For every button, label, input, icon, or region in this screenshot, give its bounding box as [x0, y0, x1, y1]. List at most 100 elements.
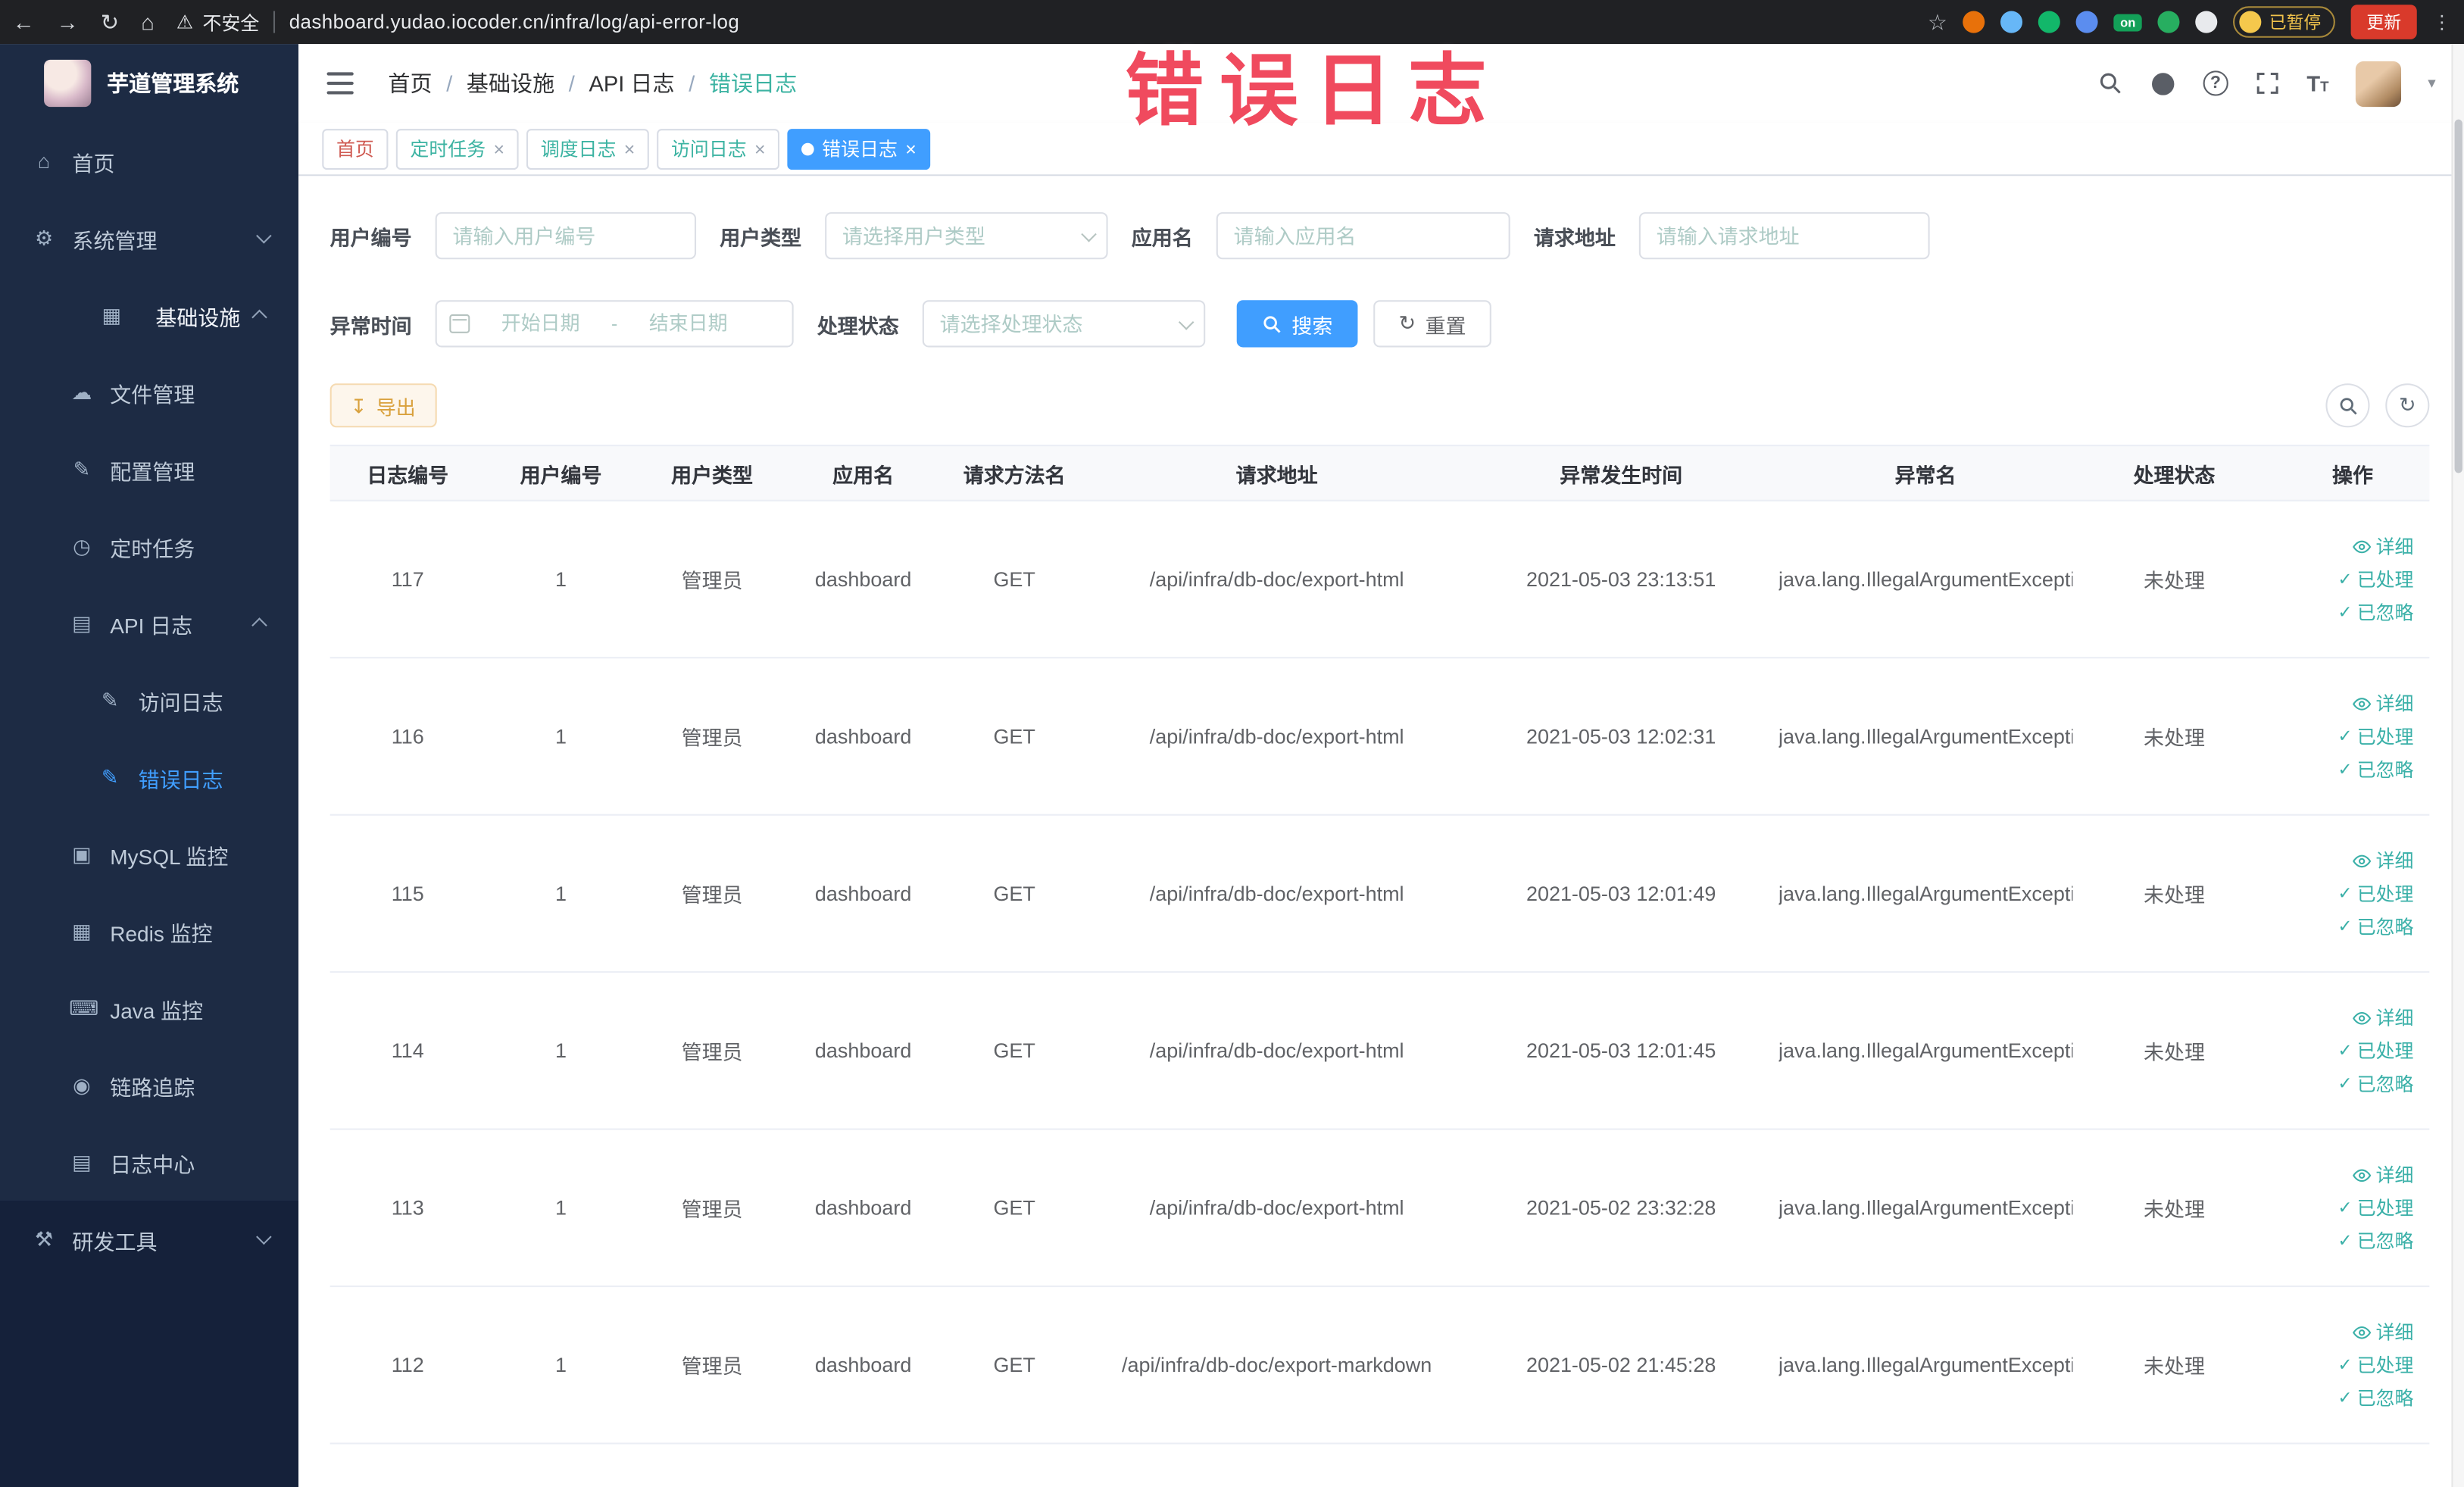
close-icon[interactable]: × — [905, 139, 917, 158]
user-type-select[interactable] — [825, 212, 1108, 260]
browser-menu-icon[interactable]: ⋮ — [2433, 11, 2452, 33]
avatar[interactable] — [2355, 60, 2401, 107]
close-icon[interactable]: × — [624, 139, 636, 158]
tab-home[interactable]: 首页 — [322, 128, 389, 170]
sidebar-item-mysql-monitor[interactable]: ▣ MySQL 监控 — [0, 816, 298, 893]
request-url-label: 请求地址 — [1533, 225, 1616, 249]
mark-processed-link[interactable]: ✓ 已处理 — [2338, 1351, 2413, 1378]
font-size-icon[interactable]: TT — [2306, 70, 2328, 95]
mark-ignored-link[interactable]: ✓ 已忽略 — [2338, 1385, 2413, 1411]
date-separator: - — [611, 312, 618, 335]
extension-icon[interactable] — [2000, 11, 2023, 33]
mark-ignored-link[interactable]: ✓ 已忽略 — [2338, 1227, 2413, 1254]
process-status-select[interactable] — [922, 300, 1206, 348]
sidebar-toggle-icon[interactable] — [326, 72, 354, 95]
app-name-input[interactable] — [1216, 212, 1510, 260]
detail-link[interactable]: 详细 — [2352, 1004, 2413, 1031]
close-icon[interactable]: × — [754, 139, 766, 158]
mark-processed-link[interactable]: ✓ 已处理 — [2338, 566, 2413, 592]
update-button[interactable]: 更新 — [2350, 5, 2417, 39]
sidebar-item-java-monitor[interactable]: ⌨ Java 监控 — [0, 970, 298, 1047]
sidebar-item-link-tracing[interactable]: ◉ 链路追踪 — [0, 1047, 298, 1124]
end-date-input[interactable] — [626, 311, 750, 336]
breadcrumb: 首页 / 基础设施 / API 日志 / 错误日志 — [388, 67, 797, 98]
site-security[interactable]: ⚠ 不安全 — [176, 8, 260, 35]
sidebar-item-file-management[interactable]: ☁ 文件管理 — [0, 354, 298, 431]
sidebar-item-api-logs[interactable]: ▤ API 日志 — [0, 585, 298, 662]
github-icon[interactable] — [2150, 70, 2176, 96]
process-status-label: 处理状态 — [817, 313, 899, 338]
tab-dispatch-logs[interactable]: 调度日志 × — [526, 128, 649, 170]
extension-icon[interactable] — [2076, 11, 2099, 33]
detail-link[interactable]: 详细 — [2352, 847, 2413, 873]
reset-button[interactable]: ↻ 重置 — [1373, 300, 1491, 348]
cell-request-method: GET — [993, 1039, 1035, 1063]
extension-icon[interactable] — [2157, 11, 2180, 33]
sidebar-item-system-management[interactable]: ⚙ 系统管理 — [0, 199, 298, 276]
back-icon[interactable]: ← — [13, 9, 35, 34]
detail-link[interactable]: 详细 — [2352, 533, 2413, 559]
detail-link[interactable]: 详细 — [2352, 1161, 2413, 1188]
breadcrumb-item[interactable]: 基础设施 — [467, 67, 554, 98]
sidebar-item-access-logs[interactable]: ✎ 访问日志 — [0, 661, 298, 739]
bookmark-star-icon[interactable]: ☆ — [1928, 8, 1947, 35]
user-id-input[interactable] — [435, 212, 697, 260]
mark-ignored-link[interactable]: ✓ 已忽略 — [2338, 1070, 2413, 1097]
close-icon[interactable]: × — [493, 139, 504, 158]
sidebar-item-dev-tools[interactable]: ⚒ 研发工具 — [0, 1201, 298, 1278]
clock-icon: ◷ — [73, 533, 91, 558]
sidebar-item-home[interactable]: ⌂ 首页 — [0, 123, 298, 200]
scrollbar-thumb[interactable] — [2454, 119, 2462, 473]
url-text[interactable]: dashboard.yudao.iocoder.cn/infra/log/api… — [289, 11, 740, 33]
download-icon: ↧ — [350, 395, 367, 417]
tags-view-bar: 首页 定时任务 × 调度日志 × 访问日志 × 错误日志 × — [298, 122, 2464, 177]
tab-access-logs[interactable]: 访问日志 × — [657, 128, 780, 170]
fullscreen-icon[interactable] — [2255, 70, 2280, 95]
sidebar-item-error-logs[interactable]: ✎ 错误日志 — [0, 739, 298, 816]
tab-error-logs[interactable]: 错误日志 × — [787, 128, 931, 170]
paused-chip[interactable]: 已暂停 — [2233, 6, 2335, 38]
date-range-picker[interactable]: - — [435, 300, 794, 348]
start-date-input[interactable] — [479, 311, 602, 336]
sidebar-item-scheduled-jobs[interactable]: ◷ 定时任务 — [0, 508, 298, 585]
tools-icon: ⚒ — [34, 1226, 54, 1251]
reload-icon[interactable]: ↻ — [101, 8, 119, 35]
mark-ignored-link[interactable]: ✓ 已忽略 — [2338, 598, 2413, 625]
extension-icon[interactable] — [2195, 11, 2218, 33]
column-header: 用户类型 — [671, 462, 754, 487]
extension-icon[interactable] — [1963, 11, 1985, 33]
breadcrumb-item[interactable]: API 日志 — [589, 67, 675, 98]
user-type-label: 用户类型 — [720, 225, 802, 249]
mark-processed-link[interactable]: ✓ 已处理 — [2338, 1195, 2413, 1221]
help-icon[interactable]: ? — [2203, 70, 2228, 96]
detail-link[interactable]: 详细 — [2352, 690, 2413, 717]
chevron-down-icon[interactable]: ▾ — [2428, 75, 2435, 92]
on-badge[interactable]: on — [2113, 13, 2142, 31]
tab-scheduled-jobs[interactable]: 定时任务 × — [395, 128, 519, 170]
mark-processed-link[interactable]: ✓ 已处理 — [2338, 1037, 2413, 1064]
mark-processed-link[interactable]: ✓ 已处理 — [2338, 880, 2413, 907]
mark-ignored-link[interactable]: ✓ 已忽略 — [2338, 756, 2413, 783]
extension-icon[interactable] — [2038, 11, 2061, 33]
toggle-search-button[interactable] — [2325, 383, 2370, 428]
chevron-up-icon — [251, 617, 267, 633]
mark-ignored-link[interactable]: ✓ 已忽略 — [2338, 913, 2413, 939]
sidebar-item-config-management[interactable]: ✎ 配置管理 — [0, 430, 298, 508]
app-logo[interactable]: 芋道管理系统 — [0, 44, 298, 123]
sidebar-item-log-center[interactable]: ▤ 日志中心 — [0, 1123, 298, 1201]
browser-chrome: ← → ↻ ⌂ ⚠ 不安全 dashboard.yudao.iocoder.cn… — [0, 0, 2464, 45]
sidebar-item-infrastructure[interactable]: ▦ 基础设施 — [67, 276, 298, 354]
sidebar-item-redis-monitor[interactable]: ▦ Redis 监控 — [0, 892, 298, 970]
search-button[interactable]: 搜索 — [1236, 300, 1358, 348]
forward-icon[interactable]: → — [57, 9, 79, 34]
search-icon[interactable] — [2097, 70, 2122, 95]
detail-link[interactable]: 详细 — [2352, 1319, 2413, 1345]
mark-processed-link[interactable]: ✓ 已处理 — [2338, 723, 2413, 749]
request-url-input[interactable] — [1638, 212, 1930, 260]
page-scrollbar[interactable] — [2451, 44, 2464, 1487]
refresh-table-button[interactable]: ↻ — [2385, 383, 2430, 428]
export-button[interactable]: ↧ 导出 — [329, 383, 436, 428]
breadcrumb-item[interactable]: 首页 — [388, 67, 432, 98]
browser-home-icon[interactable]: ⌂ — [141, 9, 155, 34]
export-button-label: 导出 — [376, 396, 416, 419]
